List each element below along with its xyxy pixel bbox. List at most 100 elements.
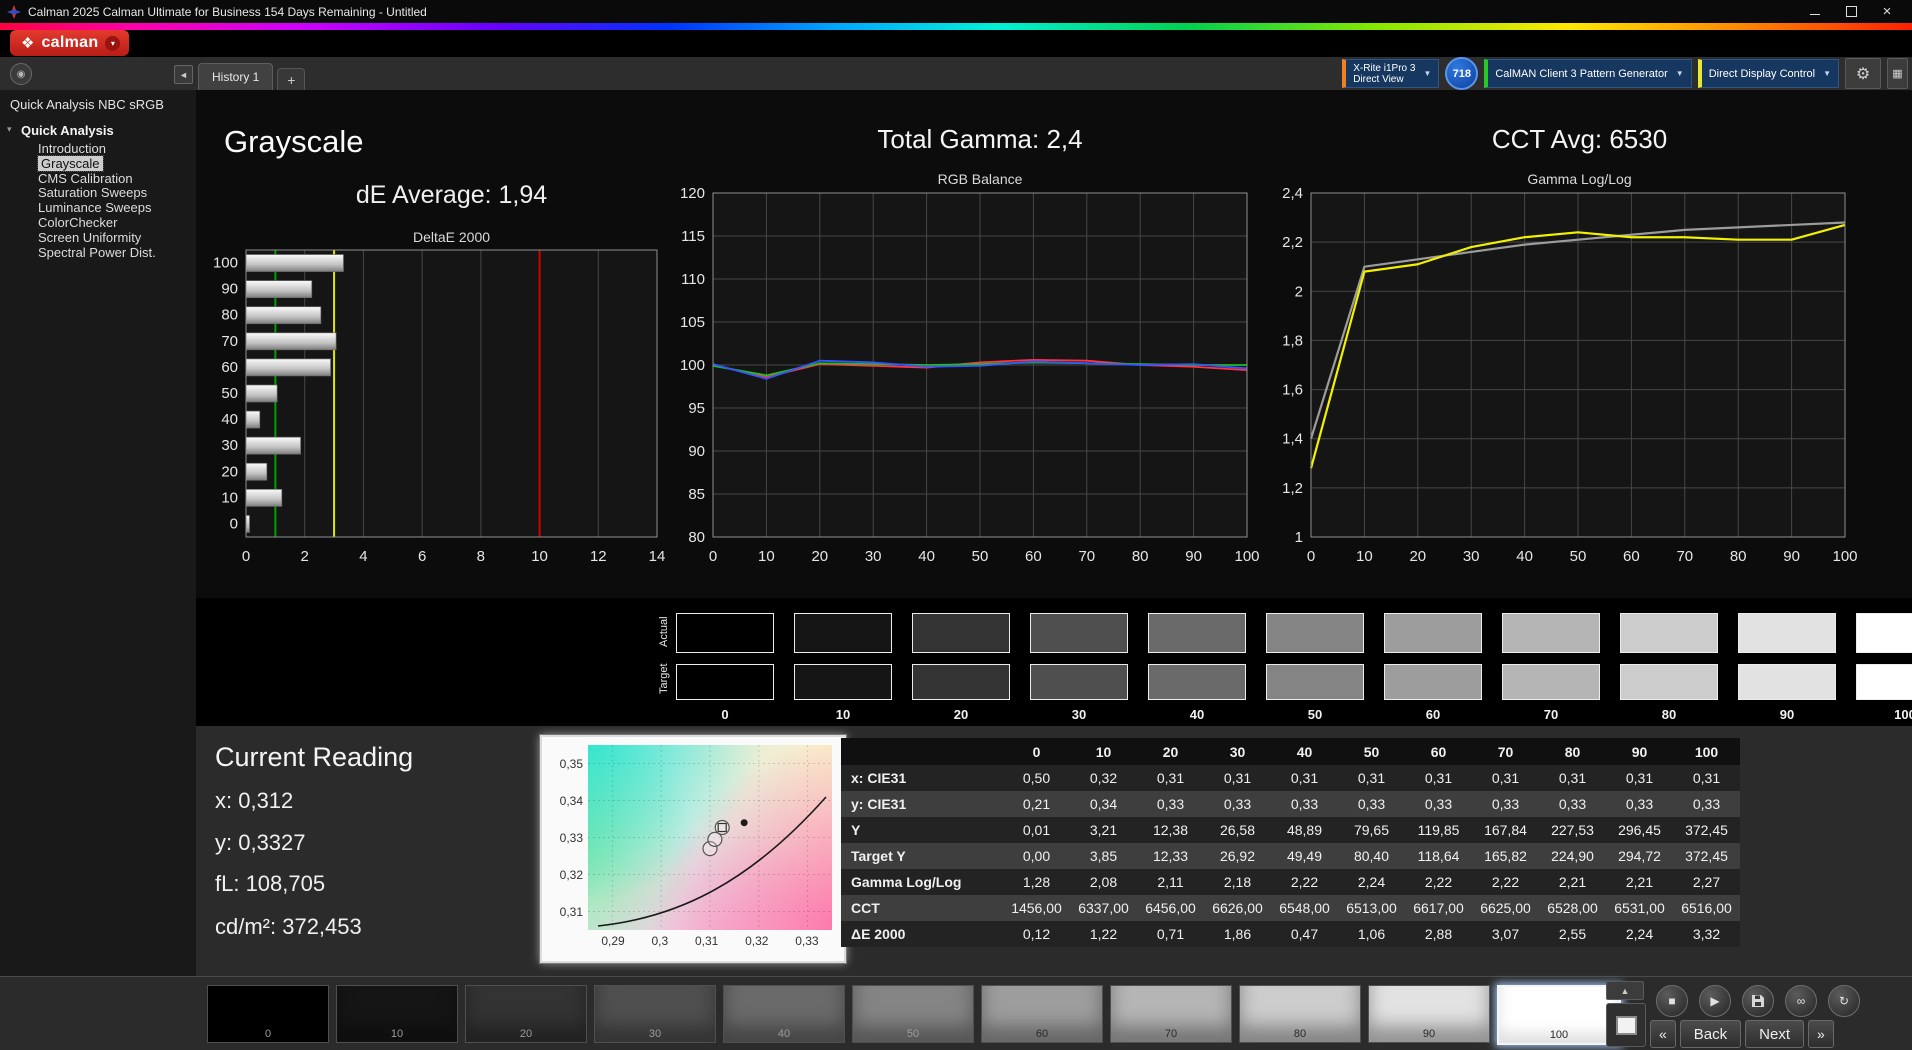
meter-status-badge[interactable]: 718 [1445,57,1478,90]
sidebar-item-grayscale[interactable]: Grayscale [0,157,196,172]
meter-mode: Direct View [1353,74,1415,85]
layout-tree: ▾ Quick Analysis IntroductionGrayscaleCM… [0,121,196,260]
window-title: Calman 2025 Calman Ultimate for Business… [28,5,427,19]
logo-chevron-down-icon[interactable]: ▾ [105,36,120,51]
svg-text:1,6: 1,6 [1282,382,1303,399]
settings-gear-button[interactable]: ⚙ [1845,58,1881,89]
sidebar-item-screen-uniformity[interactable]: Screen Uniformity [0,231,196,246]
pattern-patch-20[interactable]: 20 [465,985,587,1043]
table-cell: 6528,00 [1539,895,1606,921]
actual-swatch-70 [1502,613,1600,653]
tree-expand-icon[interactable]: ▾ [7,124,12,135]
svg-text:60: 60 [221,359,238,376]
pattern-patch-50[interactable]: 50 [852,985,974,1043]
pattern-window-button[interactable] [1606,1003,1646,1047]
table-cell: 2,88 [1405,921,1472,947]
table-cell: 6337,00 [1070,895,1137,921]
display-control-dropdown[interactable]: Direct Display Control ▼ [1698,59,1839,88]
loop-button[interactable]: ↻ [1828,985,1860,1017]
close-button[interactable]: × [1869,0,1905,23]
table-cell: 224,90 [1539,843,1606,869]
table-cell: 165,82 [1472,843,1539,869]
sidebar-item-cms-calibration[interactable]: CMS Calibration [0,172,196,187]
svg-text:8: 8 [477,548,485,565]
pattern-window-icon [1616,1016,1637,1035]
table-cell: 0,32 [1070,765,1137,791]
actual-swatch-0 [676,613,774,653]
add-tab-button[interactable]: + [277,68,305,90]
cie-y-axis-labels: 0,350,340,330,320,31 [542,745,583,930]
back-button[interactable]: Back [1680,1020,1741,1048]
svg-text:1,2: 1,2 [1282,480,1303,497]
transport-controls: ▲ ■ ▶ ∞ ↻ « Back [1606,979,1906,1049]
calman-diamond-icon: ❖ [21,36,34,51]
meter-dropdown[interactable]: X-Rite i1Pro 3 Direct View ▼ [1342,59,1439,88]
pattern-up-button[interactable]: ▲ [1606,981,1644,1000]
swatch-column-100: 100 [1856,613,1912,722]
table-cell: 26,58 [1204,817,1271,843]
table-cell: 6617,00 [1405,895,1472,921]
pattern-patch-100[interactable]: 100 [1497,985,1621,1045]
cie-y-tick: 0,34 [560,794,583,808]
calman-logo-button[interactable]: ❖ calman ▾ [10,30,129,56]
minimize-button[interactable] [1797,0,1833,23]
target-swatch-0 [676,664,774,700]
table-cell: 6625,00 [1472,895,1539,921]
pattern-window-stack: ▲ [1606,981,1646,1047]
cie-x-tick: 0,29 [601,934,624,948]
cie-chart-panel[interactable]: 0,350,340,330,320,31 0,290,30,310,320,33 [540,735,846,963]
swatch-level-label: 90 [1738,707,1836,722]
cie-y-tick: 0,33 [560,831,583,845]
svg-text:6: 6 [418,548,426,565]
table-cell: 0,33 [1606,791,1673,817]
cie-x-axis-labels: 0,290,30,310,320,33 [588,934,832,948]
save-button[interactable] [1742,985,1774,1017]
patch-level-label: 50 [853,1028,973,1040]
stop-button[interactable]: ■ [1656,985,1688,1017]
target-swatch-60 [1384,664,1482,700]
last-page-button[interactable]: » [1808,1020,1834,1048]
play-button[interactable]: ▶ [1699,985,1731,1017]
swatch-column-80: 80 [1620,613,1718,722]
total-gamma-label: Total Gamma: 2,4 [713,124,1247,155]
swatch-column-60: 60 [1384,613,1482,722]
next-button[interactable]: Next [1745,1020,1804,1048]
pattern-patch-70[interactable]: 70 [1110,985,1232,1043]
current-reading-cdm2: cd/m²: 372,453 [215,914,362,940]
table-cell: 0,31 [1271,765,1338,791]
continuous-measure-button[interactable]: ∞ [1785,985,1817,1017]
tab-history-1[interactable]: History 1 [198,63,273,90]
maximize-button[interactable] [1833,0,1869,23]
pattern-patch-10[interactable]: 10 [336,985,458,1043]
sidebar-item-saturation-sweeps[interactable]: Saturation Sweeps [0,186,196,201]
sidebar-item-colorchecker[interactable]: ColorChecker [0,216,196,231]
svg-text:30: 30 [221,437,238,454]
table-column-0: 0 [1003,738,1070,765]
svg-text:40: 40 [1516,548,1533,565]
table-column-10: 10 [1070,738,1137,765]
pattern-patch-60[interactable]: 60 [981,985,1103,1043]
pattern-patch-30[interactable]: 30 [594,985,716,1043]
pattern-generator-dropdown[interactable]: CalMAN Client 3 Pattern Generator ▼ [1484,59,1691,88]
table-cell: 79,65 [1338,817,1405,843]
svg-text:4: 4 [359,548,367,565]
sidebar-item-introduction[interactable]: Introduction [0,142,196,157]
table-cell: 227,53 [1539,817,1606,843]
tree-root-quick-analysis[interactable]: ▾ Quick Analysis [0,121,196,142]
sidebar-collapse-button[interactable]: ◄ [174,65,193,84]
panel-pin-button[interactable]: ◉ [10,63,32,85]
first-page-button[interactable]: « [1650,1020,1676,1048]
pattern-patch-0[interactable]: 0 [207,985,329,1043]
table-cell: 6626,00 [1204,895,1271,921]
pattern-patch-row: 010203040 50 60708090100 [207,985,1621,1045]
pattern-patch-40[interactable]: 40 [723,985,845,1043]
pattern-patch-90[interactable]: 90 [1368,985,1490,1043]
sidebar-item-luminance-sweeps[interactable]: Luminance Sweeps [0,201,196,216]
svg-text:0: 0 [1307,548,1315,565]
de-average-label: dE Average: 1,94 [246,181,657,210]
table-cell: 294,72 [1606,843,1673,869]
pattern-patch-80[interactable]: 80 [1239,985,1361,1043]
svg-text:70: 70 [1078,548,1095,565]
layout-grid-button[interactable]: ▦ [1887,58,1908,89]
sidebar-item-spectral-power-dist-[interactable]: Spectral Power Dist. [0,246,196,261]
